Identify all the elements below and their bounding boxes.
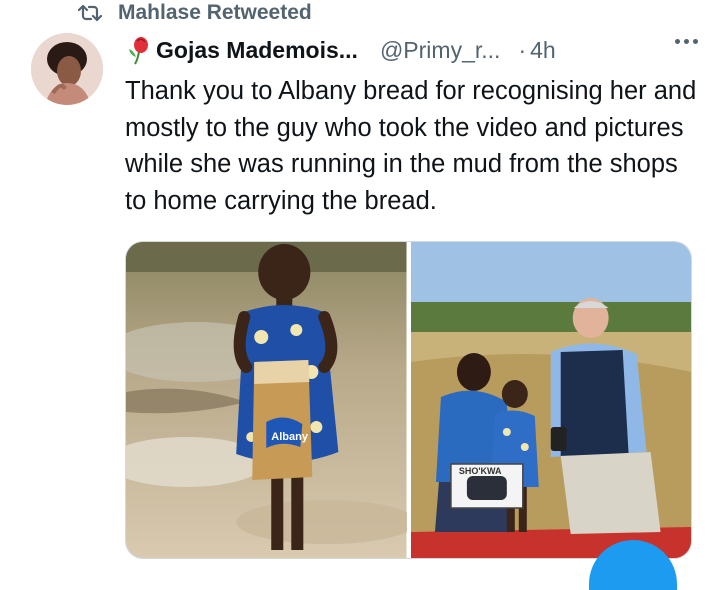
rose-icon [126, 35, 152, 65]
retweet-context[interactable]: Mahlase Retweeted [78, 0, 312, 26]
separator-dot: · [518, 36, 527, 63]
author-name[interactable]: Gojas Mademois... [156, 37, 358, 64]
timestamp[interactable]: 4h [530, 37, 556, 64]
bread-bag-label: Albany [271, 431, 309, 443]
gift-box-label: SHO'KWA [458, 466, 501, 476]
retweet-label: Mahlase Retweeted [118, 1, 312, 24]
avatar[interactable] [31, 33, 103, 105]
photo-girl-with-bread[interactable]: Albany [126, 242, 407, 558]
photo-group-with-gifts[interactable]: SHO'KWA [410, 242, 691, 558]
more-options-icon[interactable] [675, 39, 698, 44]
retweet-icon [78, 3, 102, 23]
tweet-text: Thank you to Albany bread for recognisin… [125, 77, 697, 215]
tweet-header: Gojas Mademois... @Primy_r... · 4h [126, 31, 698, 69]
media-gallery: Albany SHO'KWA [125, 241, 692, 559]
author-handle[interactable]: @Primy_r... [380, 37, 500, 64]
